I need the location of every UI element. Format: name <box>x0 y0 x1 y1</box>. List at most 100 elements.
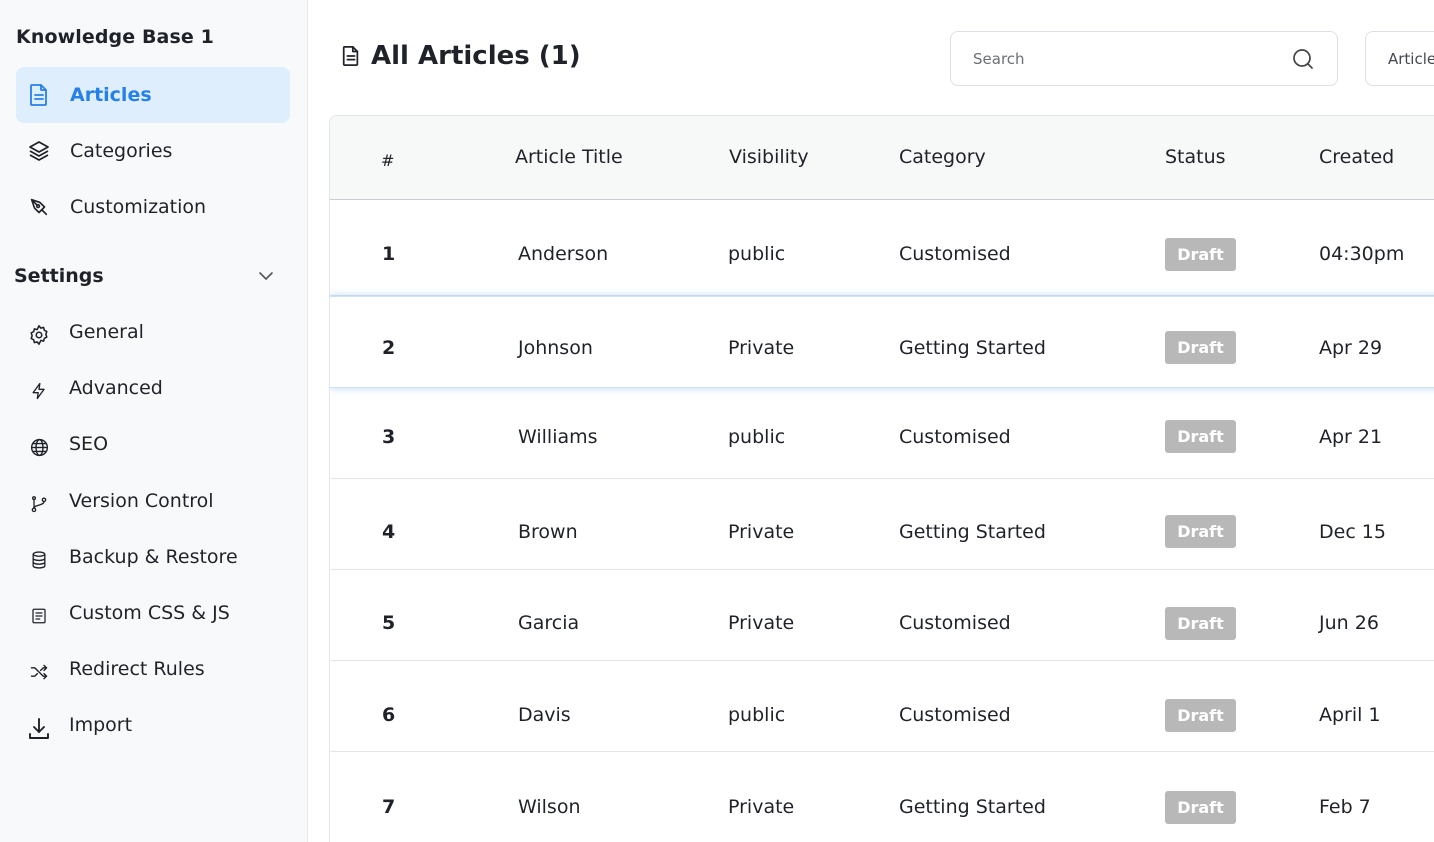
status-badge: Draft <box>1165 515 1236 548</box>
created-date: Feb 7 <box>1319 796 1371 818</box>
column-header-category[interactable]: Category <box>899 146 986 168</box>
category-value: Customised <box>899 704 1011 726</box>
article-filter-label: Article <box>1388 49 1434 68</box>
sidebar-item-label: Categories <box>70 140 173 162</box>
gear-icon <box>26 322 52 348</box>
sidebar-item-label: Customization <box>70 196 207 218</box>
git-branch-icon <box>26 491 52 517</box>
article-title[interactable]: Williams <box>518 426 598 448</box>
category-value: Getting Started <box>899 521 1046 543</box>
settings-item-label: Custom CSS & JS <box>69 602 230 624</box>
sidebar: Knowledge Base 1 Articles Categories Cus… <box>0 0 308 842</box>
column-header-created[interactable]: Created <box>1319 146 1394 168</box>
shuffle-icon <box>26 659 52 685</box>
table-row[interactable]: 7 Wilson Private Getting Started Draft F… <box>330 752 1434 842</box>
article-filter-button[interactable]: Article <box>1365 31 1434 86</box>
download-icon <box>26 715 52 741</box>
column-header-status[interactable]: Status <box>1165 146 1226 168</box>
settings-section-toggle[interactable]: Settings <box>14 258 290 294</box>
settings-item-label: SEO <box>69 433 109 455</box>
created-date: Apr 29 <box>1319 337 1383 359</box>
settings-item-redirect-rules[interactable]: Redirect Rules <box>26 649 290 689</box>
pen-tool-icon <box>27 195 51 219</box>
created-date: April 1 <box>1319 704 1381 726</box>
settings-item-label: General <box>69 321 144 343</box>
row-number: 2 <box>382 337 396 359</box>
code-file-icon <box>26 603 52 629</box>
settings-item-label: Import <box>69 714 133 736</box>
settings-item-label: Version Control <box>69 490 214 512</box>
category-value: Customised <box>899 426 1011 448</box>
article-title[interactable]: Davis <box>518 704 571 726</box>
row-number: 1 <box>382 243 396 265</box>
settings-item-general[interactable]: General <box>26 312 290 352</box>
row-number: 7 <box>382 796 396 818</box>
column-header-title[interactable]: Article Title <box>515 146 623 168</box>
settings-item-import[interactable]: Import <box>26 705 290 745</box>
table-row[interactable]: 4 Brown Private Getting Started Draft De… <box>330 479 1434 570</box>
article-title[interactable]: Wilson <box>518 796 581 818</box>
globe-icon <box>26 434 52 460</box>
settings-item-label: Backup & Restore <box>69 546 238 568</box>
article-title[interactable]: Garcia <box>518 612 579 634</box>
document-icon <box>27 83 51 107</box>
settings-heading: Settings <box>14 265 104 287</box>
settings-item-version-control[interactable]: Version Control <box>26 481 290 521</box>
status-badge: Draft <box>1165 420 1236 453</box>
status-badge: Draft <box>1165 791 1236 824</box>
status-badge: Draft <box>1165 331 1236 364</box>
knowledge-base-title: Knowledge Base 1 <box>16 26 214 48</box>
search-icon[interactable] <box>1291 47 1315 71</box>
category-value: Getting Started <box>899 796 1046 818</box>
sidebar-item-customization[interactable]: Customization <box>16 179 290 235</box>
lightning-icon <box>26 378 52 404</box>
search-field[interactable] <box>950 31 1338 86</box>
layers-icon <box>27 139 51 163</box>
page-title-text: All Articles (1) <box>371 41 581 71</box>
sidebar-item-articles[interactable]: Articles <box>16 67 290 123</box>
search-input[interactable] <box>973 49 1273 68</box>
table-row[interactable]: 1 Anderson public Customised Draft 04:30… <box>330 201 1434 296</box>
column-header-number: # <box>381 151 395 170</box>
settings-item-label: Redirect Rules <box>69 658 205 680</box>
visibility-value: Private <box>728 612 795 634</box>
settings-item-backup-restore[interactable]: Backup & Restore <box>26 537 290 577</box>
created-date: Jun 26 <box>1319 612 1379 634</box>
table-row[interactable]: 3 Williams public Customised Draft Apr 2… <box>330 388 1434 479</box>
column-header-visibility[interactable]: Visibility <box>729 146 809 168</box>
row-number: 5 <box>382 612 396 634</box>
articles-table: # Article Title Visibility Category Stat… <box>329 115 1434 842</box>
article-title[interactable]: Brown <box>518 521 578 543</box>
settings-item-advanced[interactable]: Advanced <box>26 368 290 408</box>
status-badge: Draft <box>1165 607 1236 640</box>
table-header: # Article Title Visibility Category Stat… <box>330 116 1434 200</box>
sidebar-item-label: Articles <box>70 84 152 106</box>
visibility-value: Private <box>728 337 795 359</box>
page-title: All Articles (1) <box>340 38 581 74</box>
status-badge: Draft <box>1165 699 1236 732</box>
visibility-value: public <box>728 426 786 448</box>
visibility-value: Private <box>728 796 795 818</box>
document-icon <box>340 44 362 68</box>
table-row[interactable]: 6 Davis public Customised Draft April 1 <box>330 661 1434 752</box>
visibility-value: Private <box>728 521 795 543</box>
created-date: Dec 15 <box>1319 521 1386 543</box>
settings-item-custom-css-js[interactable]: Custom CSS & JS <box>26 593 290 633</box>
settings-item-seo[interactable]: SEO <box>26 424 290 464</box>
row-number: 4 <box>382 521 396 543</box>
database-icon <box>26 547 52 573</box>
visibility-value: public <box>728 243 786 265</box>
category-value: Customised <box>899 612 1011 634</box>
settings-item-label: Advanced <box>69 377 163 399</box>
article-title[interactable]: Johnson <box>518 337 593 359</box>
sidebar-item-categories[interactable]: Categories <box>16 123 290 179</box>
category-value: Customised <box>899 243 1011 265</box>
created-date: 04:30pm <box>1319 243 1405 265</box>
status-badge: Draft <box>1165 238 1236 271</box>
article-title[interactable]: Anderson <box>518 243 608 265</box>
table-row[interactable]: 2 Johnson Private Getting Started Draft … <box>330 296 1434 388</box>
table-row[interactable]: 5 Garcia Private Customised Draft Jun 26 <box>330 570 1434 661</box>
row-number: 3 <box>382 426 396 448</box>
category-value: Getting Started <box>899 337 1046 359</box>
visibility-value: public <box>728 704 786 726</box>
